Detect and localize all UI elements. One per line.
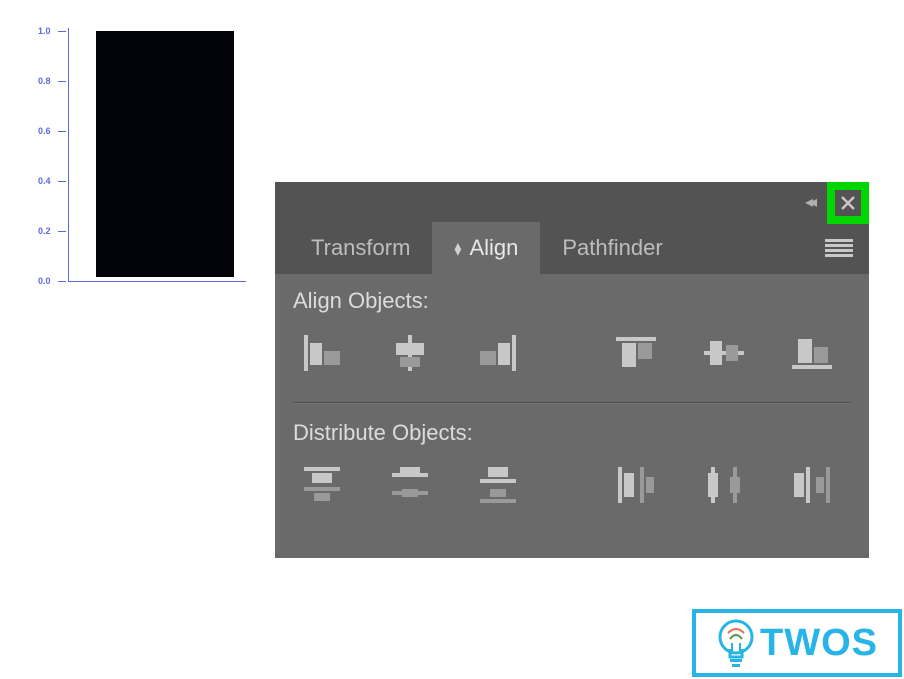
align-top-button[interactable] xyxy=(607,324,665,382)
section-label-align: Align Objects: xyxy=(293,288,851,314)
align-bottom-button[interactable] xyxy=(783,324,841,382)
panel-tabs: Transform ▴▾ Align Pathfinder xyxy=(275,222,869,274)
axis-tick: 0.8 xyxy=(38,76,51,86)
distribute-left-button[interactable] xyxy=(607,456,665,514)
align-right-icon xyxy=(476,333,520,373)
distribute-horizontal-center-icon xyxy=(702,463,746,507)
tab-label: Pathfinder xyxy=(562,235,662,261)
tick-mark xyxy=(58,181,66,182)
distribute-top-icon xyxy=(300,463,344,507)
panel-topbar: ◂◂ xyxy=(275,182,869,222)
align-horizontal-center-icon xyxy=(388,333,432,373)
distribute-top-button[interactable] xyxy=(293,456,351,514)
expand-collapse-icon: ▴▾ xyxy=(454,242,461,254)
distribute-right-icon xyxy=(790,463,834,507)
tick-mark xyxy=(58,131,66,132)
tab-transform[interactable]: Transform xyxy=(289,222,432,274)
tick-mark xyxy=(58,231,66,232)
axis-tick: 0.4 xyxy=(38,176,51,186)
divider xyxy=(293,402,851,404)
distribute-right-button[interactable] xyxy=(783,456,841,514)
align-objects-row xyxy=(293,324,851,382)
panel-body: Align Objects: xyxy=(275,274,869,558)
tick-mark xyxy=(58,281,66,282)
align-hcenter-button[interactable] xyxy=(381,324,439,382)
collapse-panel-icon[interactable]: ◂◂ xyxy=(805,192,813,212)
tab-align[interactable]: ▴▾ Align xyxy=(432,222,540,274)
align-vertical-center-icon xyxy=(702,333,746,373)
align-top-icon xyxy=(614,333,658,373)
axis-tick: 1.0 xyxy=(38,26,51,36)
axis-tick: 0.2 xyxy=(38,226,51,236)
align-left-icon xyxy=(300,333,344,373)
distribute-vcenter-button[interactable] xyxy=(381,456,439,514)
tick-mark xyxy=(58,31,66,32)
align-bottom-icon xyxy=(790,333,834,373)
axis-tick: 0.0 xyxy=(38,276,51,286)
align-left-button[interactable] xyxy=(293,324,351,382)
hamburger-icon xyxy=(825,239,853,257)
align-vcenter-button[interactable] xyxy=(695,324,753,382)
section-label-distribute: Distribute Objects: xyxy=(293,420,851,446)
align-panel: ◂◂ Transform ▴▾ Align Pathfinder xyxy=(275,182,869,558)
watermark-logo: TWOS xyxy=(692,609,902,677)
close-panel-highlight xyxy=(827,182,869,224)
tick-mark xyxy=(58,81,66,82)
tab-label: Align xyxy=(469,235,518,261)
close-icon xyxy=(839,194,857,212)
distribute-hcenter-button[interactable] xyxy=(695,456,753,514)
tab-pathfinder[interactable]: Pathfinder xyxy=(540,222,684,274)
selected-rectangle[interactable] xyxy=(96,31,234,277)
panel-menu-button[interactable] xyxy=(825,239,853,257)
lightbulb-icon xyxy=(716,617,756,669)
tab-label: Transform xyxy=(311,235,410,261)
distribute-left-icon xyxy=(614,463,658,507)
canvas-area: 1.0 0.8 0.6 0.4 0.2 0.0 xyxy=(38,28,248,288)
distribute-bottom-button[interactable] xyxy=(469,456,527,514)
distribute-objects-row xyxy=(293,456,851,514)
close-panel-button[interactable] xyxy=(835,190,861,216)
axis-tick: 0.6 xyxy=(38,126,51,136)
distribute-vertical-center-icon xyxy=(388,463,432,507)
distribute-bottom-icon xyxy=(476,463,520,507)
logo-text: TWOS xyxy=(760,622,878,665)
align-right-button[interactable] xyxy=(469,324,527,382)
